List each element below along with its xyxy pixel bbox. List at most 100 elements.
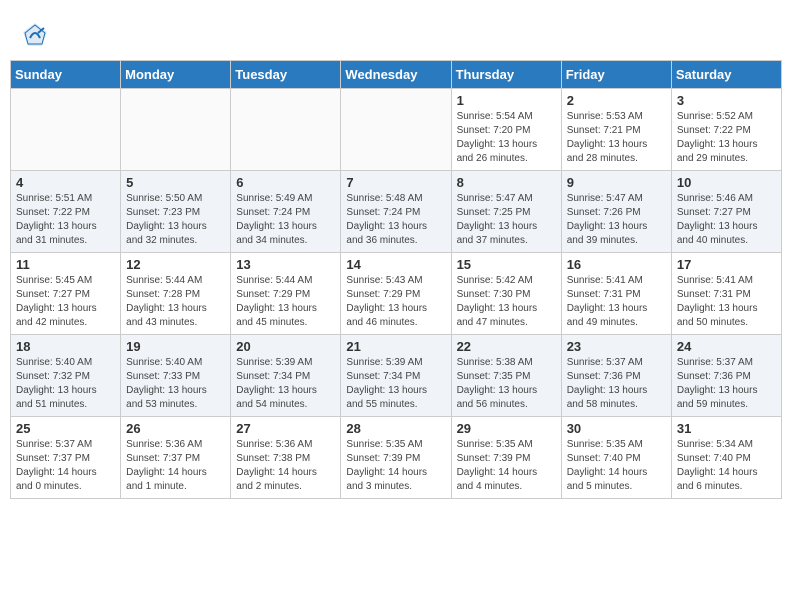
col-header-thursday: Thursday <box>451 61 561 89</box>
logo-icon <box>20 20 50 50</box>
page-header <box>10 10 782 55</box>
col-header-tuesday: Tuesday <box>231 61 341 89</box>
calendar-cell: 7 Sunrise: 5:48 AM Sunset: 7:24 PM Daylig… <box>341 171 451 253</box>
calendar-cell: 30Sunrise: 5:35 AM Sunset: 7:40 PM Dayli… <box>561 417 671 499</box>
calendar-cell: 21 Sunrise: 5:39 AM Sunset: 7:34 PM Dayli… <box>341 335 451 417</box>
calendar-cell: 12Sunrise: 5:44 AM Sunset: 7:28 PM Dayli… <box>121 253 231 335</box>
calendar-cell: 13Sunrise: 5:44 AM Sunset: 7:29 PM Dayli… <box>231 253 341 335</box>
col-header-saturday: Saturday <box>671 61 781 89</box>
day-info: Sunrise: 5:41 AM Sunset: 7:31 PM Dayligh… <box>567 274 666 330</box>
calendar-week-row: 1 Sunrise: 5:54 AM Sunset: 7:20 PM Daylig… <box>11 89 782 171</box>
calendar-week-row: 11Sunrise: 5:45 AM Sunset: 7:27 PM Dayli… <box>11 253 782 335</box>
day-number: 15 <box>457 257 556 272</box>
calendar-cell: 5 Sunrise: 5:50 AM Sunset: 7:23 PM Daylig… <box>121 171 231 253</box>
calendar-cell: 19 Sunrise: 5:40 AM Sunset: 7:33 PM Dayli… <box>121 335 231 417</box>
day-info: Sunrise: 5:39 AM Sunset: 7:34 PM Dayligh… <box>236 356 335 412</box>
day-info: Sunrise: 5:51 AM Sunset: 7:22 PM Dayligh… <box>16 192 115 248</box>
day-number: 30 <box>567 421 666 436</box>
day-info: Sunrise: 5:44 AM Sunset: 7:28 PM Dayligh… <box>126 274 225 330</box>
calendar-cell <box>231 89 341 171</box>
day-number: 3 <box>677 93 776 108</box>
day-info: Sunrise: 5:50 AM Sunset: 7:23 PM Dayligh… <box>126 192 225 248</box>
col-header-monday: Monday <box>121 61 231 89</box>
calendar-cell <box>11 89 121 171</box>
day-number: 4 <box>16 175 115 190</box>
day-info: Sunrise: 5:37 AM Sunset: 7:36 PM Dayligh… <box>677 356 776 412</box>
day-info: Sunrise: 5:49 AM Sunset: 7:24 PM Dayligh… <box>236 192 335 248</box>
day-number: 31 <box>677 421 776 436</box>
day-number: 2 <box>567 93 666 108</box>
calendar-cell: 26 Sunrise: 5:36 AM Sunset: 7:37 PM Dayli… <box>121 417 231 499</box>
calendar-cell: 6 Sunrise: 5:49 AM Sunset: 7:24 PM Daylig… <box>231 171 341 253</box>
day-number: 25 <box>16 421 115 436</box>
logo <box>20 20 54 50</box>
day-number: 7 <box>346 175 445 190</box>
day-info: Sunrise: 5:43 AM Sunset: 7:29 PM Dayligh… <box>346 274 445 330</box>
day-info: Sunrise: 5:48 AM Sunset: 7:24 PM Dayligh… <box>346 192 445 248</box>
calendar-cell: 1 Sunrise: 5:54 AM Sunset: 7:20 PM Daylig… <box>451 89 561 171</box>
day-number: 13 <box>236 257 335 272</box>
day-info: Sunrise: 5:37 AM Sunset: 7:36 PM Dayligh… <box>567 356 666 412</box>
day-number: 10 <box>677 175 776 190</box>
day-number: 8 <box>457 175 556 190</box>
day-number: 16 <box>567 257 666 272</box>
calendar-cell <box>341 89 451 171</box>
calendar-header-row: SundayMondayTuesdayWednesdayThursdayFrid… <box>11 61 782 89</box>
calendar-cell: 16 Sunrise: 5:41 AM Sunset: 7:31 PM Dayli… <box>561 253 671 335</box>
calendar-cell: 29Sunrise: 5:35 AM Sunset: 7:39 PM Dayli… <box>451 417 561 499</box>
day-info: Sunrise: 5:47 AM Sunset: 7:26 PM Dayligh… <box>567 192 666 248</box>
day-number: 9 <box>567 175 666 190</box>
day-info: Sunrise: 5:40 AM Sunset: 7:32 PM Dayligh… <box>16 356 115 412</box>
calendar-cell: 24 Sunrise: 5:37 AM Sunset: 7:36 PM Dayli… <box>671 335 781 417</box>
calendar-cell: 11Sunrise: 5:45 AM Sunset: 7:27 PM Dayli… <box>11 253 121 335</box>
day-info: Sunrise: 5:35 AM Sunset: 7:39 PM Dayligh… <box>457 438 556 494</box>
day-number: 24 <box>677 339 776 354</box>
calendar-cell: 3 Sunrise: 5:52 AM Sunset: 7:22 PM Daylig… <box>671 89 781 171</box>
calendar-cell: 8 Sunrise: 5:47 AM Sunset: 7:25 PM Daylig… <box>451 171 561 253</box>
calendar-cell: 15 Sunrise: 5:42 AM Sunset: 7:30 PM Dayli… <box>451 253 561 335</box>
calendar-cell: 14 Sunrise: 5:43 AM Sunset: 7:29 PM Dayli… <box>341 253 451 335</box>
day-info: Sunrise: 5:38 AM Sunset: 7:35 PM Dayligh… <box>457 356 556 412</box>
day-number: 14 <box>346 257 445 272</box>
day-number: 22 <box>457 339 556 354</box>
col-header-wednesday: Wednesday <box>341 61 451 89</box>
day-number: 17 <box>677 257 776 272</box>
calendar-cell: 17Sunrise: 5:41 AM Sunset: 7:31 PM Dayli… <box>671 253 781 335</box>
day-info: Sunrise: 5:35 AM Sunset: 7:39 PM Dayligh… <box>346 438 445 494</box>
day-info: Sunrise: 5:42 AM Sunset: 7:30 PM Dayligh… <box>457 274 556 330</box>
day-number: 27 <box>236 421 335 436</box>
calendar-cell: 10 Sunrise: 5:46 AM Sunset: 7:27 PM Dayli… <box>671 171 781 253</box>
calendar-cell: 22 Sunrise: 5:38 AM Sunset: 7:35 PM Dayli… <box>451 335 561 417</box>
col-header-friday: Friday <box>561 61 671 89</box>
calendar-table: SundayMondayTuesdayWednesdayThursdayFrid… <box>10 60 782 499</box>
day-info: Sunrise: 5:40 AM Sunset: 7:33 PM Dayligh… <box>126 356 225 412</box>
day-number: 23 <box>567 339 666 354</box>
day-number: 20 <box>236 339 335 354</box>
day-number: 21 <box>346 339 445 354</box>
day-info: Sunrise: 5:53 AM Sunset: 7:21 PM Dayligh… <box>567 110 666 166</box>
day-number: 19 <box>126 339 225 354</box>
day-number: 6 <box>236 175 335 190</box>
calendar-cell: 20 Sunrise: 5:39 AM Sunset: 7:34 PM Dayli… <box>231 335 341 417</box>
day-info: Sunrise: 5:52 AM Sunset: 7:22 PM Dayligh… <box>677 110 776 166</box>
calendar-cell: 2 Sunrise: 5:53 AM Sunset: 7:21 PM Daylig… <box>561 89 671 171</box>
day-number: 28 <box>346 421 445 436</box>
day-info: Sunrise: 5:47 AM Sunset: 7:25 PM Dayligh… <box>457 192 556 248</box>
calendar-cell: 4 Sunrise: 5:51 AM Sunset: 7:22 PM Daylig… <box>11 171 121 253</box>
day-number: 26 <box>126 421 225 436</box>
day-info: Sunrise: 5:54 AM Sunset: 7:20 PM Dayligh… <box>457 110 556 166</box>
calendar-cell: 9 Sunrise: 5:47 AM Sunset: 7:26 PM Daylig… <box>561 171 671 253</box>
day-number: 5 <box>126 175 225 190</box>
day-info: Sunrise: 5:39 AM Sunset: 7:34 PM Dayligh… <box>346 356 445 412</box>
calendar-week-row: 18 Sunrise: 5:40 AM Sunset: 7:32 PM Dayli… <box>11 335 782 417</box>
day-info: Sunrise: 5:46 AM Sunset: 7:27 PM Dayligh… <box>677 192 776 248</box>
day-number: 1 <box>457 93 556 108</box>
calendar-cell: 27 Sunrise: 5:36 AM Sunset: 7:38 PM Dayli… <box>231 417 341 499</box>
calendar-cell: 25Sunrise: 5:37 AM Sunset: 7:37 PM Dayli… <box>11 417 121 499</box>
day-number: 11 <box>16 257 115 272</box>
day-info: Sunrise: 5:36 AM Sunset: 7:38 PM Dayligh… <box>236 438 335 494</box>
day-info: Sunrise: 5:36 AM Sunset: 7:37 PM Dayligh… <box>126 438 225 494</box>
col-header-sunday: Sunday <box>11 61 121 89</box>
calendar-cell: 28 Sunrise: 5:35 AM Sunset: 7:39 PM Dayli… <box>341 417 451 499</box>
day-number: 18 <box>16 339 115 354</box>
